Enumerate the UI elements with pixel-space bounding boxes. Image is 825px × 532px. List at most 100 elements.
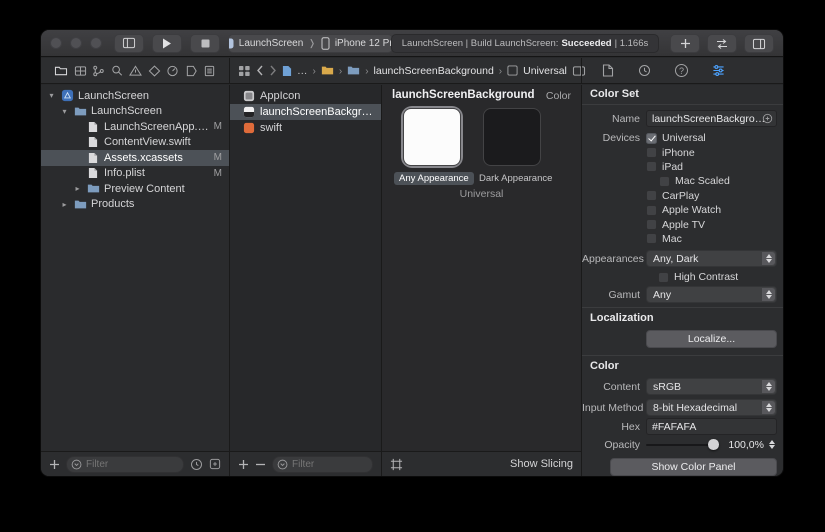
scheme-selector[interactable]: LaunchScreen ❭ iPhone 12 Pro bbox=[228, 34, 393, 53]
stop-button[interactable] bbox=[190, 34, 220, 53]
input-method-popup[interactable]: 8-bit Hexadecimal bbox=[646, 399, 777, 416]
back-button-icon[interactable] bbox=[256, 65, 264, 76]
quick-help-inspector-icon[interactable] bbox=[675, 64, 688, 77]
source-control-navigator-icon[interactable] bbox=[74, 65, 87, 77]
asset-filter-field[interactable] bbox=[272, 456, 373, 473]
related-items-icon[interactable] bbox=[238, 65, 251, 77]
navigator-filter-field[interactable] bbox=[66, 456, 184, 473]
navigator-item-assets-xcassets[interactable]: Assets.xcassetsM bbox=[41, 150, 229, 166]
gamut-popup[interactable]: Any bbox=[646, 286, 777, 303]
breadcrumb-file-icon[interactable] bbox=[282, 65, 292, 77]
attributes-inspector-icon[interactable] bbox=[712, 64, 725, 77]
name-field[interactable]: launchScreenBackground bbox=[646, 110, 777, 127]
breadcrumb-leaf[interactable]: Universal bbox=[523, 65, 567, 77]
toggle-navigator-button[interactable] bbox=[114, 34, 144, 53]
checkbox-mac-scaled[interactable] bbox=[659, 176, 670, 187]
scheme-app-icon bbox=[228, 38, 234, 49]
navigator-item-products[interactable]: ▸Products bbox=[41, 197, 229, 213]
library-add-button[interactable] bbox=[670, 34, 700, 53]
breadcrumb-folder-icon[interactable] bbox=[321, 65, 334, 76]
history-inspector-icon[interactable] bbox=[638, 64, 651, 77]
activity-view[interactable]: LaunchScreen | Build LaunchScreen: Succe… bbox=[391, 34, 659, 53]
asset-item-launchscreenbackground[interactable]: launchScreenBackground bbox=[230, 104, 381, 120]
navigator-item-contentview-swift[interactable]: ContentView.swift bbox=[41, 135, 229, 151]
folder-icon bbox=[73, 199, 87, 210]
dark-appearance-swatch[interactable] bbox=[483, 108, 541, 166]
add-file-icon[interactable] bbox=[49, 459, 60, 470]
report-navigator-icon[interactable] bbox=[203, 65, 216, 77]
navigator-filter-input[interactable] bbox=[67, 457, 183, 472]
code-review-button[interactable] bbox=[707, 34, 737, 53]
checkbox-iphone[interactable] bbox=[646, 147, 657, 158]
navigator-item-info-plist[interactable]: Info.plistM bbox=[41, 166, 229, 182]
slider-knob[interactable] bbox=[708, 439, 719, 450]
breadcrumb-ellipsis[interactable]: … bbox=[297, 65, 308, 77]
breadcrumb-folder-icon[interactable] bbox=[347, 65, 360, 76]
opacity-stepper-icon[interactable] bbox=[766, 437, 777, 452]
sidebar-left-icon bbox=[122, 37, 136, 49]
device-row-apple-tv: Apple TV bbox=[646, 217, 777, 231]
show-slicing-button[interactable]: Show Slicing bbox=[510, 458, 573, 470]
asset-item-appicon[interactable]: AppIcon bbox=[230, 88, 381, 104]
navigator-item-launchscreen[interactable]: ▾LaunchScreen bbox=[41, 104, 229, 120]
gamut-label: Gamut bbox=[582, 289, 646, 301]
slicing-icon[interactable] bbox=[390, 458, 403, 471]
file-inspector-icon[interactable] bbox=[602, 64, 614, 77]
navigator-item-launchscreen[interactable]: ▾LaunchScreen bbox=[41, 88, 229, 104]
disclosure-triangle-icon[interactable]: ▾ bbox=[47, 91, 56, 100]
checkbox-mac[interactable] bbox=[646, 233, 657, 244]
localize-button[interactable]: Localize... bbox=[646, 330, 777, 348]
add-asset-icon[interactable] bbox=[238, 459, 249, 470]
issue-navigator-icon[interactable] bbox=[129, 65, 142, 77]
navigator-item-preview-content[interactable]: ▸Preview Content bbox=[41, 181, 229, 197]
close-window-button[interactable] bbox=[50, 37, 62, 49]
hex-field[interactable]: #FAFAFA bbox=[646, 418, 777, 435]
forward-button-icon[interactable] bbox=[269, 65, 277, 76]
sidebar-right-icon bbox=[752, 38, 766, 50]
breakpoint-navigator-icon[interactable] bbox=[185, 65, 198, 77]
asset-list: AppIconlaunchScreenBackgroundswift bbox=[230, 88, 381, 450]
toggle-inspectors-button[interactable] bbox=[744, 34, 774, 53]
gamut-value: Any bbox=[653, 289, 671, 301]
content-popup[interactable]: sRGB bbox=[646, 378, 777, 395]
color-variant-dark[interactable]: Dark Appearance bbox=[474, 108, 550, 186]
recent-files-filter-icon[interactable] bbox=[190, 458, 203, 471]
checkbox-ipad[interactable] bbox=[646, 161, 657, 172]
checkbox-carplay[interactable] bbox=[646, 190, 657, 201]
disclosure-triangle-icon[interactable]: ▸ bbox=[60, 200, 69, 209]
disclosure-triangle-icon[interactable]: ▸ bbox=[73, 184, 82, 193]
breadcrumb-asset-name[interactable]: launchScreenBackground bbox=[374, 65, 494, 77]
asset-item-swift[interactable]: swift bbox=[230, 120, 381, 136]
zoom-window-button[interactable] bbox=[90, 37, 102, 49]
show-color-panel-button[interactable]: Show Color Panel bbox=[610, 458, 777, 476]
device-label: Universal bbox=[662, 132, 706, 144]
device-row-ipad: iPad bbox=[646, 160, 777, 174]
minimize-window-button[interactable] bbox=[70, 37, 82, 49]
checkbox-apple-tv[interactable] bbox=[646, 219, 657, 230]
project-navigator-icon[interactable] bbox=[54, 65, 68, 77]
test-navigator-icon[interactable] bbox=[148, 65, 161, 77]
debug-navigator-icon[interactable] bbox=[166, 65, 179, 77]
scm-status-filter-icon[interactable] bbox=[209, 458, 221, 470]
device-row-universal: Universal bbox=[646, 131, 777, 145]
color-variant-any[interactable]: Any Appearance bbox=[394, 108, 470, 186]
opacity-slider[interactable] bbox=[646, 436, 719, 453]
any-appearance-swatch[interactable] bbox=[403, 108, 461, 166]
name-action-icon[interactable] bbox=[762, 113, 773, 124]
chevron-right-icon: ❭ bbox=[308, 38, 316, 49]
navigator-item-launchscreenapp-swift[interactable]: LaunchScreenApp.swiftM bbox=[41, 119, 229, 135]
symbol-navigator-icon[interactable] bbox=[92, 65, 105, 77]
find-navigator-icon[interactable] bbox=[111, 65, 124, 77]
asset-filter-input[interactable] bbox=[273, 457, 372, 472]
checkbox-universal[interactable] bbox=[646, 133, 657, 144]
appearances-popup[interactable]: Any, Dark bbox=[646, 250, 777, 267]
devices-checkbox-list: UniversaliPhoneiPadMac ScaledCarPlayAppl… bbox=[646, 131, 777, 246]
high-contrast-checkbox[interactable] bbox=[658, 272, 669, 283]
checkbox-apple-watch[interactable] bbox=[646, 205, 657, 216]
remove-asset-icon[interactable] bbox=[255, 459, 266, 470]
scheme-name: LaunchScreen bbox=[239, 38, 304, 49]
input-method-label: Input Method bbox=[582, 402, 646, 414]
disclosure-triangle-icon[interactable]: ▾ bbox=[60, 107, 69, 116]
run-button[interactable] bbox=[152, 34, 182, 53]
xcode-window: LaunchScreen ❭ iPhone 12 Pro LaunchScree… bbox=[40, 29, 784, 477]
